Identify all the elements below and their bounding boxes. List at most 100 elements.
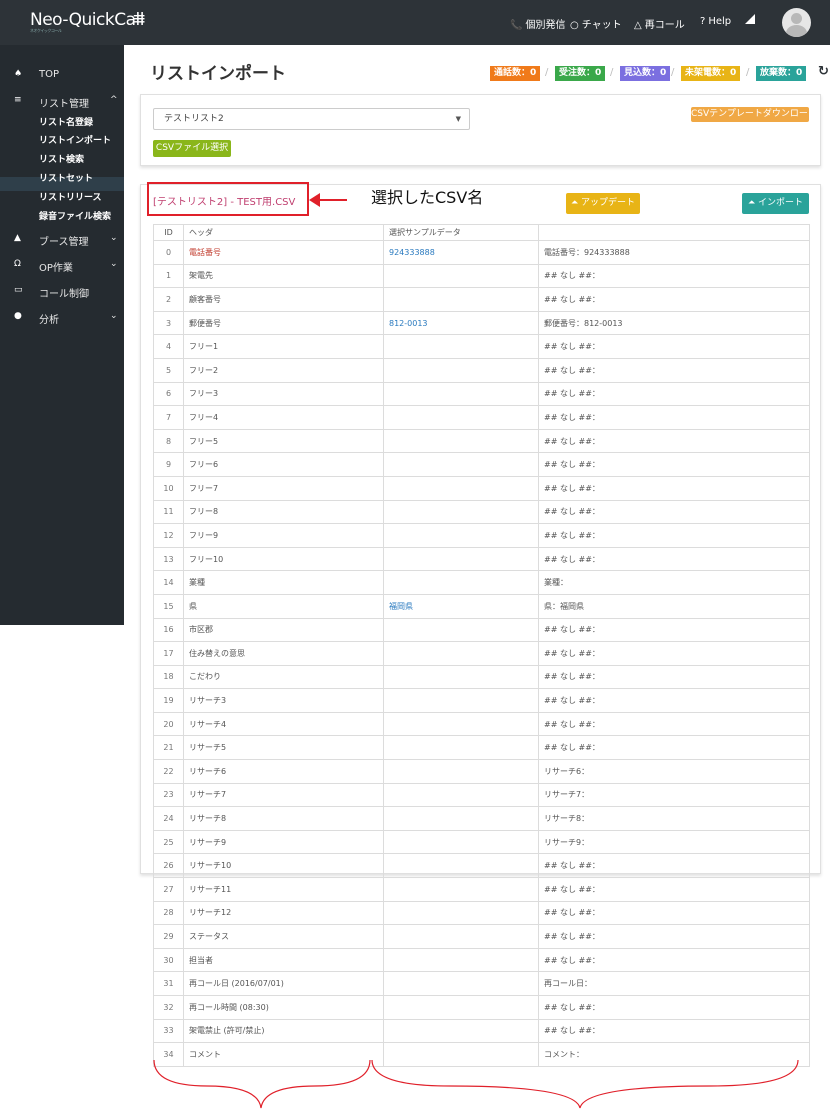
- user-icon: ▲: [14, 233, 21, 243]
- cell-header: 再コール時間 (08:30): [183, 995, 384, 1020]
- cell-result: ## なし ##：: [538, 853, 810, 879]
- cell-header: リサーチ10: [183, 853, 384, 879]
- cell-id: 24: [153, 806, 184, 831]
- cell-header: こだわり: [183, 664, 384, 690]
- cell-result: リサーチ9：: [538, 829, 810, 855]
- update-button-label: アップデート: [581, 198, 636, 208]
- sidebar-item-label: ブース管理: [39, 237, 89, 248]
- cell-id: 7: [153, 405, 184, 430]
- cell-header: 顧客番号: [183, 287, 384, 312]
- table-row: 20 リサーチ4 ## なし ##：: [153, 711, 810, 737]
- cell-result: ## なし ##：: [538, 664, 810, 690]
- cell-header: ステータス: [183, 924, 384, 949]
- cell-result: 郵便番号：812-0013: [538, 310, 810, 336]
- csv-template-download-button[interactable]: CSVテンプレートダウンロード: [691, 107, 817, 122]
- nav-help[interactable]: ? Help: [700, 16, 731, 27]
- chat-icon: ○: [570, 20, 579, 31]
- table-row: 1 架電先 ## なし ##：: [153, 263, 810, 289]
- sidebar-subitem-list-release[interactable]: リストリリース: [39, 190, 102, 203]
- csv-file-select-button[interactable]: CSVファイル選択: [153, 140, 231, 157]
- chart-icon: ●: [14, 311, 22, 321]
- table-row: 24 リサーチ8 リサーチ8：: [153, 806, 810, 831]
- chevron-down-icon: ⌄: [110, 233, 118, 243]
- cell-header: フリー8: [183, 499, 384, 525]
- cell-result: ## なし ##：: [538, 405, 810, 430]
- cell-header: 郵便番号: [183, 310, 384, 336]
- avatar[interactable]: [782, 8, 811, 37]
- nav-individual-call[interactable]: 📞 個別発信: [510, 16, 565, 31]
- badge-separator: /: [545, 67, 549, 78]
- cell-sample: [383, 711, 539, 737]
- app-logo[interactable]: Neo-QuickCall ネオクイックコール: [30, 10, 144, 33]
- cell-sample: [383, 452, 539, 477]
- table-row: 10 フリー7 ## なし ##：: [153, 475, 810, 501]
- table-row: 8 フリー5 ## なし ##：: [153, 428, 810, 454]
- table-header-row: ID ヘッダ 選択サンプルデータ: [153, 224, 810, 241]
- table-row: 7 フリー4 ## なし ##：: [153, 405, 810, 430]
- monitor-icon: ▭: [14, 285, 23, 295]
- cell-id: 22: [153, 759, 184, 784]
- cell-id: 5: [153, 357, 184, 383]
- cell-id: 15: [153, 593, 184, 619]
- nav-label: 再コール: [644, 20, 685, 31]
- table-row: 6 フリー3 ## なし ##：: [153, 381, 810, 407]
- table-row: 16 市区郡 ## なし ##：: [153, 617, 810, 643]
- cell-id: 28: [153, 900, 184, 926]
- badge-prospects: 見込数：0: [620, 66, 671, 81]
- nav-recall[interactable]: △ 再コール: [634, 16, 685, 31]
- cell-result: ## なし ##：: [538, 900, 810, 926]
- cell-sample: [383, 829, 539, 855]
- cell-result: ## なし ##：: [538, 877, 810, 902]
- cell-header: フリー2: [183, 357, 384, 383]
- refresh-icon[interactable]: ↻: [818, 64, 829, 79]
- sidebar-subitem-list-set[interactable]: リストセット: [39, 171, 93, 184]
- cell-header: 県: [183, 593, 384, 619]
- badge-abandoned: 放棄数：0: [756, 66, 807, 81]
- sidebar-subitem-list-import[interactable]: リストインポート: [39, 133, 111, 146]
- cell-result: ## なし ##：: [538, 287, 810, 312]
- cell-result: ## なし ##：: [538, 475, 810, 501]
- sidebar-subitem-list-name-register[interactable]: リスト名登録: [39, 115, 93, 128]
- cell-sample: [383, 947, 539, 973]
- column-header-sample: 選択サンプルデータ: [383, 224, 539, 241]
- table-row: 0 電話番号 924333888 電話番号：924333888: [153, 240, 810, 265]
- cell-header: 電話番号: [183, 240, 384, 265]
- update-button[interactable]: ⏶ アップデート: [566, 193, 640, 214]
- sidebar-subitem-list-search[interactable]: リスト検索: [39, 152, 84, 165]
- cell-result: ## なし ##：: [538, 334, 810, 359]
- import-button[interactable]: ⏶ インポート: [742, 193, 809, 214]
- list-select[interactable]: テストリスト2 ▼: [153, 108, 470, 130]
- cell-id: 23: [153, 782, 184, 808]
- cell-id: 8: [153, 428, 184, 454]
- column-braces: [153, 1060, 799, 1109]
- badge-separator: /: [610, 67, 614, 78]
- cell-id: 16: [153, 617, 184, 643]
- cell-result: リサーチ7：: [538, 782, 810, 808]
- cell-result: ## なし ##：: [538, 546, 810, 572]
- table-row: 3 郵便番号 812-0013 郵便番号：812-0013: [153, 310, 810, 336]
- cell-header: 住み替えの意思: [183, 641, 384, 666]
- cell-result: 再コール日：: [538, 971, 810, 996]
- sidebar-item-label: コール制御: [39, 289, 89, 300]
- cell-header: フリー5: [183, 428, 384, 454]
- sidebar-subitem-recording-search[interactable]: 録音ファイル検索: [39, 209, 111, 222]
- cell-sample: 924333888: [383, 240, 539, 265]
- table-row: 28 リサーチ12 ## なし ##：: [153, 900, 810, 926]
- cell-sample: [383, 357, 539, 383]
- list-select-card: [140, 94, 821, 166]
- cell-id: 6: [153, 381, 184, 407]
- cell-sample: [383, 782, 539, 808]
- cell-sample: [383, 287, 539, 312]
- table-row: 5 フリー2 ## なし ##：: [153, 357, 810, 383]
- upload-icon: ⏶: [570, 198, 582, 208]
- cell-id: 10: [153, 475, 184, 501]
- annotation-text: 選択したCSV名: [371, 188, 484, 207]
- cell-result: ## なし ##：: [538, 263, 810, 289]
- cell-result: ## なし ##：: [538, 947, 810, 973]
- nav-chat[interactable]: ○ チャット: [570, 16, 622, 31]
- menu-toggle-icon[interactable]: ≡: [132, 11, 146, 28]
- cell-sample: [383, 428, 539, 454]
- cell-result: ## なし ##：: [538, 641, 810, 666]
- cell-id: 12: [153, 523, 184, 548]
- home-icon: ♠: [14, 69, 23, 79]
